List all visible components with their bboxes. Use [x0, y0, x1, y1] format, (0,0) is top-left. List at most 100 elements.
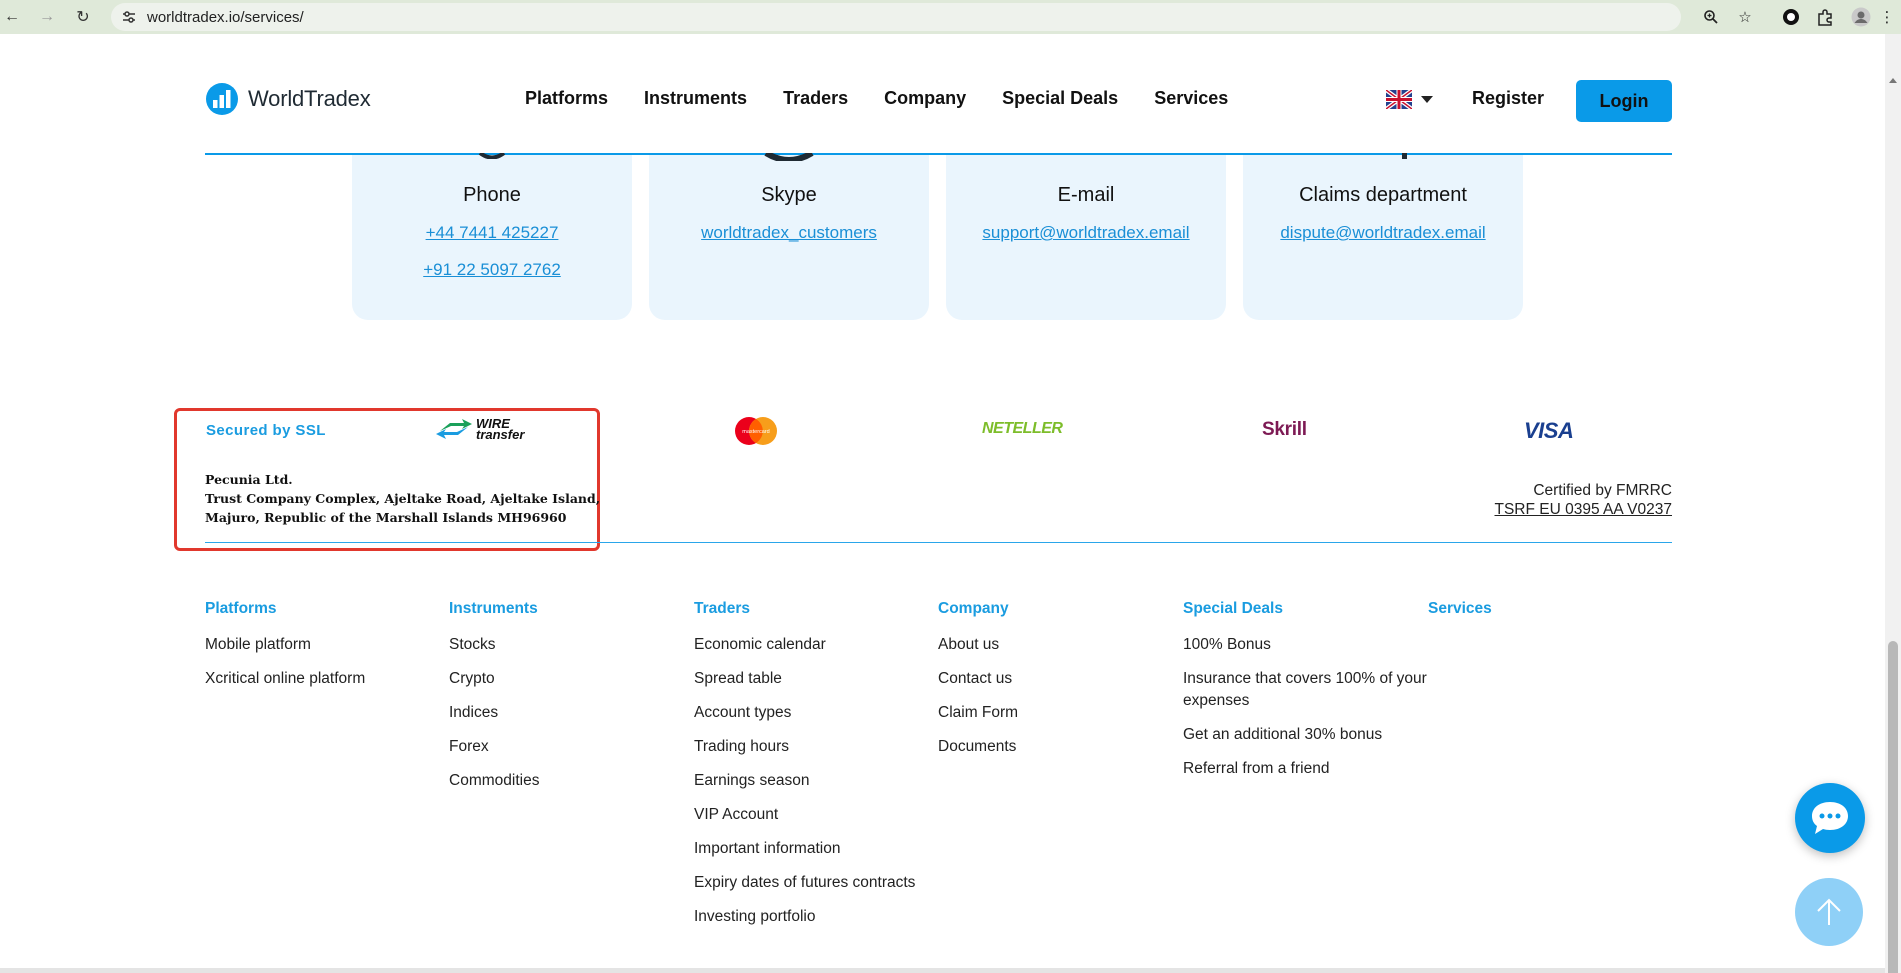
- footer-link[interactable]: Expiry dates of futures contracts: [694, 872, 915, 894]
- bookmark-star-icon[interactable]: ☆: [1731, 3, 1759, 31]
- footer-column-company: Company About us Contact us Claim Form D…: [938, 600, 1018, 770]
- footer-heading[interactable]: Traders: [694, 600, 915, 618]
- footer-heading[interactable]: Company: [938, 600, 1018, 618]
- tune-icon[interactable]: [121, 9, 137, 25]
- footer-link[interactable]: Important information: [694, 838, 915, 860]
- company-address: Pecunia Ltd. Trust Company Complex, Ajel…: [205, 470, 600, 527]
- browser-toolbar: ← → ↻ worldtradex.io/services/ ☆ ⋮: [0, 0, 1901, 34]
- page-scrollbar[interactable]: [1885, 34, 1901, 973]
- footer-link[interactable]: Spread table: [694, 668, 915, 690]
- contact-card-email: E-mail support@worldtradex.email: [946, 155, 1226, 320]
- phone-link-in[interactable]: +91 22 5097 2762: [352, 260, 632, 280]
- neteller-logo: NETELLER: [982, 420, 1063, 437]
- footer-heading[interactable]: Services: [1428, 600, 1492, 618]
- card-title: Claims department: [1299, 184, 1467, 206]
- zoom-icon[interactable]: [1697, 3, 1725, 31]
- address-company-name: Pecunia Ltd.: [205, 472, 293, 487]
- nav-instruments[interactable]: Instruments: [644, 88, 747, 109]
- browser-menu-icon[interactable]: ⋮: [1873, 3, 1901, 31]
- card-title: E-mail: [1057, 184, 1115, 206]
- uk-flag-icon: [1386, 90, 1412, 109]
- chat-bubble-icon: [1812, 802, 1848, 834]
- scroll-to-top-button[interactable]: [1795, 878, 1863, 946]
- footer-link[interactable]: Earnings season: [694, 770, 915, 792]
- skype-icon: [764, 153, 814, 161]
- footer-link[interactable]: Forex: [449, 736, 539, 758]
- footer-link[interactable]: Claim Form: [938, 702, 1018, 724]
- footer-link[interactable]: Insurance that covers 100% of your expen…: [1183, 668, 1445, 712]
- footer-link[interactable]: Commodities: [449, 770, 539, 792]
- ssl-badge: Secured by SSL: [206, 422, 326, 439]
- nav-services[interactable]: Services: [1154, 88, 1228, 109]
- footer-link[interactable]: Referral from a friend: [1183, 758, 1445, 780]
- footer-link[interactable]: Documents: [938, 736, 1018, 758]
- footer-heading[interactable]: Platforms: [205, 600, 365, 618]
- footer-link[interactable]: Contact us: [938, 668, 1018, 690]
- claims-email-link[interactable]: dispute@worldtradex.email: [1243, 223, 1523, 243]
- footer-link[interactable]: Account types: [694, 702, 915, 724]
- site-logo[interactable]: WorldTradex: [205, 82, 371, 116]
- footer-column-platforms: Platforms Mobile platform Xcritical onli…: [205, 600, 365, 702]
- footer-link[interactable]: Economic calendar: [694, 634, 915, 656]
- url-text[interactable]: worldtradex.io/services/: [147, 9, 304, 26]
- chat-button[interactable]: [1795, 783, 1865, 853]
- main-navigation: Platforms Instruments Traders Company Sp…: [525, 88, 1264, 109]
- certification-block: Certified by FMRRC TSRF EU 0395 AA V0237: [1495, 481, 1673, 519]
- skrill-logo: Skrill: [1262, 419, 1307, 440]
- mastercard-label: mastercard: [742, 429, 770, 435]
- scroll-up-arrow-icon[interactable]: [1889, 78, 1897, 83]
- register-link[interactable]: Register: [1472, 88, 1544, 109]
- footer-link[interactable]: Indices: [449, 702, 539, 724]
- footer-link[interactable]: Crypto: [449, 668, 539, 690]
- nav-platforms[interactable]: Platforms: [525, 88, 608, 109]
- footer-column-instruments: Instruments Stocks Crypto Indices Forex …: [449, 600, 539, 804]
- login-button[interactable]: Login: [1576, 80, 1672, 122]
- footer-column-services: Services: [1428, 600, 1492, 634]
- email-link[interactable]: support@worldtradex.email: [946, 223, 1226, 243]
- footer-link[interactable]: Trading hours: [694, 736, 915, 758]
- extension-record-icon[interactable]: [1777, 3, 1805, 31]
- logo-text: WorldTradex: [248, 86, 371, 111]
- nav-traders[interactable]: Traders: [783, 88, 848, 109]
- nav-company[interactable]: Company: [884, 88, 966, 109]
- footer-link[interactable]: Stocks: [449, 634, 539, 656]
- horizontal-scroll-track: [0, 968, 1885, 973]
- contact-card-phone: Phone +44 7441 425227 +91 22 5097 2762: [352, 153, 632, 320]
- footer-link[interactable]: Mobile platform: [205, 634, 365, 656]
- skype-link[interactable]: worldtradex_customers: [649, 223, 929, 243]
- worldtradex-logo-icon: [206, 83, 238, 115]
- wire-label-bottom: transfer: [476, 427, 525, 442]
- mastercard-logo: mastercard: [735, 417, 777, 445]
- footer-heading[interactable]: Special Deals: [1183, 600, 1445, 618]
- contact-card-skype: Skype worldtradex_customers: [649, 153, 929, 320]
- address-line-2: Majuro, Republic of the Marshall Islands…: [205, 510, 567, 525]
- certification-text: Certified by FMRRC: [1533, 482, 1672, 499]
- phone-icon: [478, 153, 506, 159]
- reload-icon[interactable]: ↻: [71, 5, 95, 29]
- certification-link[interactable]: TSRF EU 0395 AA V0237: [1495, 500, 1673, 519]
- language-selector[interactable]: [1386, 90, 1433, 109]
- nav-special-deals[interactable]: Special Deals: [1002, 88, 1118, 109]
- phone-link-uk[interactable]: +44 7441 425227: [352, 223, 632, 243]
- wire-transfer-logo: WIRE transfer: [434, 417, 524, 441]
- footer-link[interactable]: Xcritical online platform: [205, 668, 365, 690]
- footer-link[interactable]: Get an additional 30% bonus: [1183, 724, 1445, 746]
- address-line-1: Trust Company Complex, Ajeltake Road, Aj…: [205, 491, 601, 506]
- footer-link[interactable]: VIP Account: [694, 804, 915, 826]
- arrow-up-icon: [1817, 898, 1841, 925]
- forward-arrow-icon[interactable]: →: [35, 5, 59, 29]
- footer-divider: [205, 542, 1672, 543]
- card-title: Skype: [761, 184, 817, 206]
- scroll-thumb[interactable]: [1888, 641, 1898, 973]
- footer-heading[interactable]: Instruments: [449, 600, 539, 618]
- chevron-down-icon: [1421, 96, 1433, 103]
- address-bar[interactable]: worldtradex.io/services/: [111, 3, 1681, 31]
- footer-link[interactable]: About us: [938, 634, 1018, 656]
- extensions-puzzle-icon[interactable]: [1811, 3, 1839, 31]
- profile-avatar-icon[interactable]: [1847, 3, 1875, 31]
- footer-column-special-deals: Special Deals 100% Bonus Insurance that …: [1183, 600, 1445, 792]
- footer-link[interactable]: Investing portfolio: [694, 906, 915, 928]
- back-arrow-icon[interactable]: ←: [0, 5, 24, 29]
- footer-link[interactable]: 100% Bonus: [1183, 634, 1445, 656]
- visa-logo: VISA: [1524, 418, 1574, 443]
